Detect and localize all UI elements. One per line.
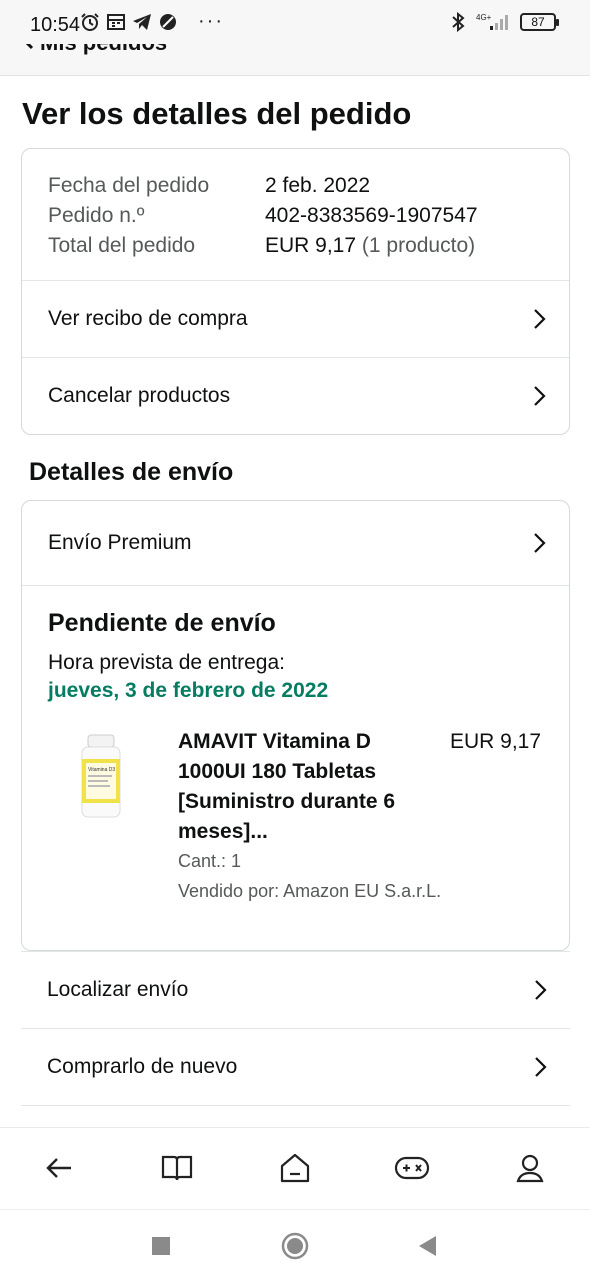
network-type: 4G+ — [476, 13, 492, 22]
divider — [22, 585, 569, 586]
order-total-row: Total del pedido EUR 9,17 (1 producto) — [48, 231, 543, 261]
recents-icon[interactable] — [147, 1232, 175, 1260]
system-nav-bar — [0, 1209, 590, 1280]
back-arrow-icon[interactable] — [41, 1150, 77, 1186]
buy-again-label: Comprarlo de nuevo — [47, 1055, 238, 1078]
alarm-icon — [80, 12, 100, 32]
back-to-orders-link[interactable]: Mis pedidos — [22, 44, 167, 56]
buy-again-row[interactable]: Comprarlo de nuevo — [21, 1028, 570, 1105]
order-total-amount: EUR 9,17 — [265, 234, 357, 257]
status-time: 10:54 — [30, 14, 81, 36]
shipping-card: Envío Premium Pendiente de envío Hora pr… — [21, 500, 570, 951]
product-name-link[interactable]: AMAVIT Vitamina D 1000UI 180 Tabletas [S… — [178, 727, 438, 847]
top-nav: Mis pedidos — [0, 44, 590, 76]
back-to-orders-label: Mis pedidos — [40, 44, 167, 56]
shipping-status: Pendiente de envío — [48, 609, 276, 637]
delivery-eta-label: Hora prevista de entrega: — [48, 651, 285, 674]
chevron-right-icon — [530, 1055, 550, 1079]
bottom-app-nav — [0, 1127, 590, 1209]
chevron-right-icon — [530, 978, 550, 1002]
book-icon[interactable] — [159, 1150, 195, 1186]
shipping-method-row[interactable]: Envío Premium — [22, 501, 569, 585]
page-title: Ver los detalles del pedido — [22, 96, 412, 131]
shipping-section-title: Detalles de envío — [29, 458, 234, 486]
calendar-icon — [106, 12, 126, 32]
telegram-icon — [132, 12, 152, 32]
order-number-row: Pedido n.º 402-8383569-1907547 — [48, 201, 543, 231]
order-date-row: Fecha del pedido 2 feb. 2022 — [48, 171, 543, 201]
product-quantity: Cant.: 1 — [178, 851, 242, 871]
chevron-right-icon — [529, 531, 549, 555]
order-total-value: EUR 9,17 (1 producto) — [265, 231, 475, 261]
order-number-label: Pedido n.º — [48, 204, 145, 227]
blocked-icon — [158, 12, 178, 32]
order-date-label: Fecha del pedido — [48, 174, 210, 197]
cancel-products-row[interactable]: Cancelar productos — [22, 357, 569, 434]
more-notifications-icon: ··· — [198, 10, 224, 32]
chevron-left-icon — [22, 44, 34, 56]
profile-icon[interactable] — [512, 1150, 548, 1186]
product-price: EUR 9,17 — [450, 730, 542, 753]
view-receipt-label: Ver recibo de compra — [48, 307, 248, 330]
chevron-right-icon — [529, 307, 549, 331]
home-icon[interactable] — [277, 1150, 313, 1186]
order-number-value: 402-8383569-1907547 — [265, 204, 478, 227]
status-right-icons: 4G+ 87 — [448, 12, 559, 32]
view-receipt-row[interactable]: Ver recibo de compra — [22, 280, 569, 357]
battery-indicator: 87 — [520, 13, 559, 31]
order-total-label: Total del pedido — [48, 234, 196, 257]
order-info: Fecha del pedido 2 feb. 2022 Pedido n.º … — [22, 149, 569, 261]
delivery-eta-date: jueves, 3 de febrero de 2022 — [48, 679, 329, 702]
track-package-row[interactable]: Localizar envío — [21, 951, 570, 1028]
product-image[interactable]: Vitamina D3 — [78, 733, 124, 819]
bluetooth-icon — [448, 12, 468, 32]
home-circle-icon[interactable] — [281, 1232, 309, 1260]
chevron-right-icon — [529, 384, 549, 408]
signal-icon: 4G+ — [476, 12, 512, 32]
cancel-products-label: Cancelar productos — [48, 384, 231, 407]
track-package-label: Localizar envío — [47, 978, 189, 1001]
status-bar: 10:54 ··· 4G+ 87 — [0, 0, 590, 44]
next-row-partial — [21, 1105, 570, 1127]
order-summary-card: Fecha del pedido 2 feb. 2022 Pedido n.º … — [21, 148, 570, 435]
back-triangle-icon[interactable] — [413, 1232, 441, 1260]
order-date-value: 2 feb. 2022 — [265, 174, 371, 197]
status-notification-icons — [80, 12, 178, 32]
shipping-method-label: Envío Premium — [48, 531, 192, 554]
order-total-count: (1 producto) — [361, 234, 476, 257]
product-seller: Vendido por: Amazon EU S.a.r.L. — [178, 881, 442, 901]
gamepad-icon[interactable] — [394, 1150, 430, 1186]
product-image-label: Vitamina D3 — [88, 767, 115, 773]
